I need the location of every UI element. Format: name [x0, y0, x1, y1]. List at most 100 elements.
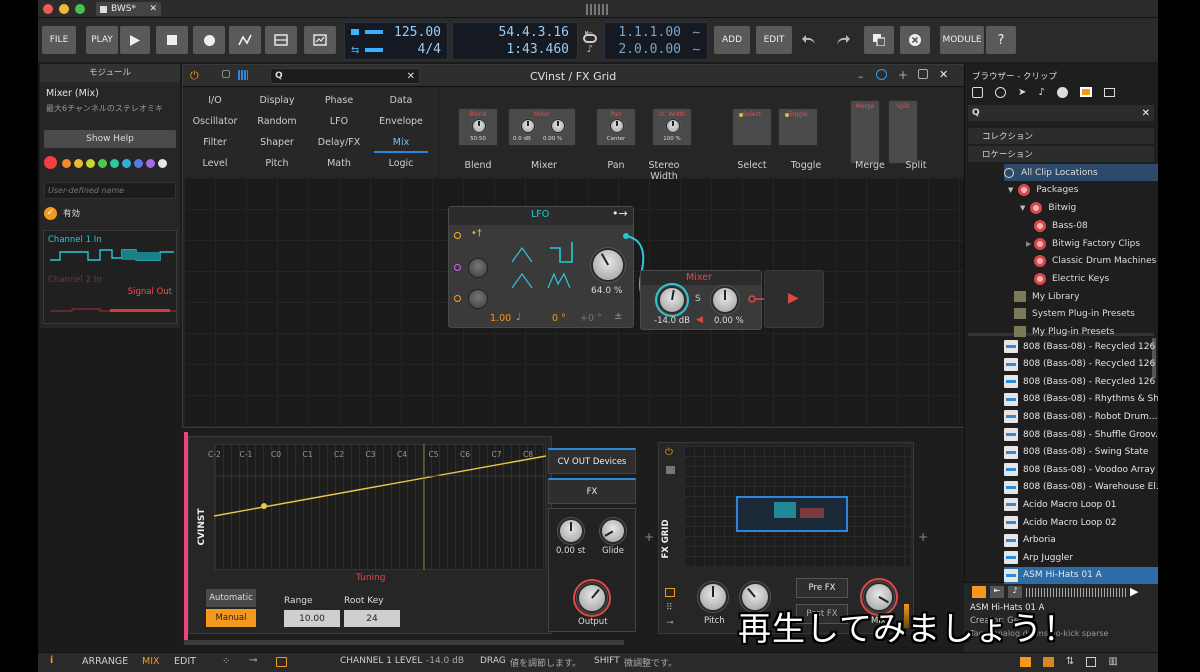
category-phase[interactable]: Phase — [308, 95, 370, 106]
location-item[interactable]: System Plug-in Presets0 — [1004, 305, 1158, 322]
category-logic[interactable]: Logic — [370, 158, 432, 169]
category-lfo[interactable]: LFO — [308, 116, 370, 127]
lfo-small-knob-2[interactable] — [468, 289, 488, 309]
fx-grid-link-icon[interactable]: ⊸ — [666, 618, 674, 628]
module-tile-toggle[interactable]: Toggle — [778, 108, 818, 146]
automation-write-button[interactable] — [229, 26, 261, 54]
category-shaper[interactable]: Shaper — [246, 137, 308, 148]
category-random[interactable]: Random — [246, 116, 308, 127]
info-icon[interactable]: i — [50, 655, 53, 666]
lock-icon[interactable] — [222, 70, 230, 78]
category-data[interactable]: Data — [370, 95, 432, 106]
tempo-value[interactable]: 125.00 — [394, 25, 441, 40]
stop-button[interactable] — [156, 26, 188, 54]
copy-button[interactable] — [864, 26, 894, 54]
device-scrollbar[interactable] — [184, 640, 624, 645]
lfo-sync-icon[interactable]: •→ — [612, 207, 628, 220]
clip-item[interactable]: Acido Macro Loop 02★ — [1004, 514, 1158, 531]
lfo-port-3[interactable] — [454, 295, 461, 302]
clip-item[interactable]: 808 (Bass-08) - Recycled 126 ...★ — [1004, 356, 1158, 373]
tempo-display[interactable]: ⇆ 125.00 4/4 — [344, 22, 448, 60]
mixer-level-knob[interactable] — [658, 286, 686, 314]
keyboard-icon[interactable]: ▥ — [1108, 656, 1117, 667]
loop-range-display[interactable]: 1.1.1.00 2.0.0.00 ∼ ∼ — [604, 22, 708, 60]
overdub-button[interactable] — [304, 26, 336, 54]
samples-tab-icon[interactable]: ♪ — [1038, 87, 1044, 98]
clip-item[interactable]: 808 (Bass-08) - Shuffle Groov...★ — [1004, 426, 1158, 443]
close-grid-icon[interactable]: ✕ — [939, 68, 948, 81]
lfo-port-2[interactable] — [454, 264, 461, 271]
add-icon[interactable]: + — [898, 68, 908, 82]
automatic-button[interactable]: Automatic — [206, 589, 256, 607]
clip-panel-icon[interactable] — [1020, 656, 1031, 667]
clip-item[interactable]: Acido Macro Loop 01★ — [1004, 496, 1158, 513]
category-envelope[interactable]: Envelope — [370, 116, 432, 127]
location-section[interactable]: ロケーション — [968, 146, 1154, 162]
file-menu-button[interactable]: FILE — [42, 26, 76, 54]
module-tile-stereo-width[interactable]: St. Width 100 % — [652, 108, 692, 146]
layout-icon[interactable]: ⁘ — [222, 656, 230, 667]
semitone-knob[interactable] — [558, 518, 584, 544]
module-tile-select[interactable]: Select — [732, 108, 772, 146]
category-display[interactable]: Display — [246, 95, 308, 106]
browser-search-input[interactable]: Q ✕ — [968, 105, 1154, 121]
location-item[interactable]: My Library0 — [1004, 288, 1158, 305]
fx-grid-power-icon[interactable]: ⏻ — [665, 447, 673, 458]
lfo-offset-value[interactable]: +0 ° — [580, 313, 602, 324]
location-item[interactable]: ▶Bitwig Factory Clips87 — [1004, 235, 1158, 252]
mixer-panel-icon[interactable]: ⇅ — [1066, 656, 1074, 667]
link-icon[interactable]: ⊸ — [249, 655, 257, 666]
module-tile-mixer[interactable]: Mixer 0.0 dB 0.00 % — [508, 108, 576, 146]
user-defined-name-input[interactable] — [44, 182, 176, 199]
time-signature-value[interactable]: 4/4 — [418, 42, 441, 57]
color-swatch[interactable] — [122, 159, 131, 168]
multisample-tab-icon[interactable]: ➤ — [1018, 87, 1026, 98]
add-button[interactable]: ADD — [714, 26, 750, 54]
fx-grid-folder-icon[interactable] — [666, 466, 675, 474]
color-swatch[interactable] — [158, 159, 167, 168]
color-swatch[interactable] — [86, 159, 95, 168]
location-item[interactable]: ▼Packages99+ — [1004, 181, 1158, 198]
delete-button[interactable] — [900, 26, 930, 54]
power-icon[interactable]: ⏻ — [190, 69, 199, 83]
clip-item[interactable]: 808 (Bass-08) - Rhythms & Sh...★ — [1004, 391, 1158, 408]
location-item[interactable]: Electric Keys39 — [1004, 270, 1158, 287]
color-swatch[interactable] — [74, 159, 83, 168]
clip-item[interactable]: 808 (Bass-08) - Warehouse El...★ — [1004, 479, 1158, 496]
module-tile-merge[interactable]: Merge — [850, 100, 880, 164]
undo-button[interactable] — [794, 26, 824, 54]
minimize-window-button[interactable] — [59, 4, 69, 14]
output-knob[interactable] — [577, 583, 607, 613]
minimize-icon[interactable]: – — [858, 70, 864, 83]
mixer-mix-knob[interactable] — [711, 286, 739, 314]
browser-clear-icon[interactable]: ✕ — [1142, 108, 1150, 119]
color-swatch[interactable] — [146, 159, 155, 168]
root-key-field[interactable]: 24 — [344, 610, 400, 627]
loop-icon[interactable] — [583, 34, 597, 43]
location-item[interactable]: Bass-0828 — [1004, 217, 1158, 234]
collapsed-arrow-icon[interactable]: ▶ — [1026, 240, 1031, 248]
clip-item[interactable]: Arp Juggler★ — [1004, 549, 1158, 566]
record-button[interactable] — [193, 26, 225, 54]
edit-view-button[interactable]: EDIT — [174, 656, 196, 667]
category-mix[interactable]: Mix — [370, 137, 432, 148]
module-search-input[interactable]: Q ✕ — [270, 68, 420, 84]
close-window-button[interactable] — [43, 4, 53, 14]
lfo-small-knob-1[interactable] — [468, 258, 488, 278]
preview-play-icon[interactable]: ▶ — [1130, 585, 1138, 598]
help-button[interactable]: ? — [986, 26, 1016, 54]
close-tab-icon[interactable]: ✕ — [149, 4, 157, 14]
lfo-waveforms[interactable] — [510, 240, 578, 290]
category-level[interactable]: Level — [184, 158, 246, 169]
plugins-tab-icon[interactable] — [1103, 87, 1115, 97]
color-swatch[interactable] — [44, 156, 57, 169]
collection-section[interactable]: コレクション — [968, 128, 1154, 144]
clip-item[interactable]: 808 (Bass-08) - Swing State★ — [1004, 444, 1158, 461]
audition-icon[interactable]: ⇤ — [990, 586, 1004, 598]
fx-grid-preview-icon[interactable] — [665, 588, 675, 597]
lfo-retrigger-icon[interactable]: •† — [471, 228, 482, 239]
clip-item[interactable]: 808 (Bass-08) - Robot Drum...★ — [1004, 408, 1158, 425]
lfo-phase-value[interactable]: 0 ° — [552, 313, 566, 324]
clip-item[interactable]: Arboria★ — [1004, 532, 1158, 549]
note-preview-icon[interactable]: ♪ — [1008, 586, 1022, 598]
